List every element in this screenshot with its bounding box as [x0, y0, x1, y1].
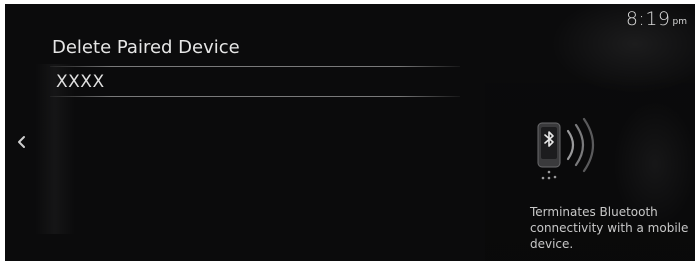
- page-title: Delete Paired Device: [52, 37, 240, 58]
- status-clock: 8:19 pm: [626, 8, 687, 30]
- chevron-left-icon: [18, 136, 25, 148]
- clock-time: 8:19: [625, 8, 671, 30]
- divider-bottom: [50, 96, 460, 97]
- device-list-item[interactable]: XXXX: [50, 67, 460, 96]
- back-button[interactable]: [15, 132, 29, 152]
- device-name: XXXX: [56, 72, 105, 92]
- bluetooth-phone-disconnect-icon: [528, 109, 618, 189]
- clock-ampm: pm: [672, 17, 687, 27]
- infotainment-screen: 8:19 pm Delete Paired Device XXXX Termin…: [5, 4, 695, 261]
- help-description: Terminates Bluetooth connectivity with a…: [530, 205, 689, 251]
